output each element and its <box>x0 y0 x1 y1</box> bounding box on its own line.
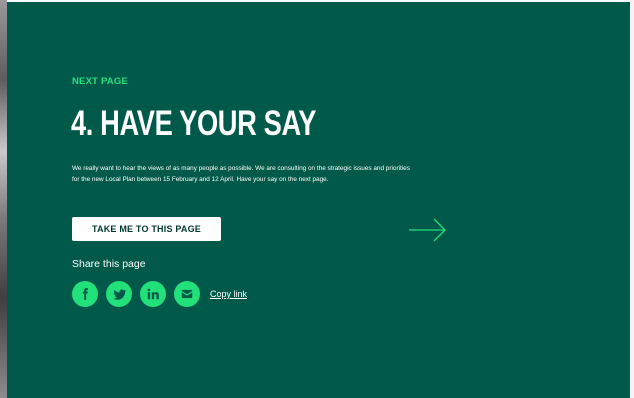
window-right-edge <box>630 0 634 398</box>
linkedin-icon <box>147 288 159 300</box>
facebook-icon <box>82 288 88 300</box>
social-share-row: Copy link <box>72 281 247 307</box>
take-me-to-page-button[interactable]: TAKE ME TO THIS PAGE <box>72 217 221 241</box>
next-page-heading: 4. HAVE YOUR SAY <box>71 104 317 143</box>
next-page-panel: NEXT PAGE 4. HAVE YOUR SAY We really wan… <box>7 2 630 398</box>
copy-link[interactable]: Copy link <box>210 289 247 299</box>
next-page-description: We really want to hear the views of as m… <box>72 165 410 183</box>
email-share-button[interactable] <box>174 281 200 307</box>
twitter-icon <box>112 288 126 300</box>
twitter-share-button[interactable] <box>106 281 132 307</box>
background-image-strip <box>0 0 7 398</box>
next-page-kicker: NEXT PAGE <box>72 76 128 87</box>
linkedin-share-button[interactable] <box>140 281 166 307</box>
arrow-right-icon[interactable] <box>408 216 448 244</box>
email-icon <box>181 289 193 299</box>
facebook-share-button[interactable] <box>72 281 98 307</box>
share-label: Share this page <box>72 258 146 270</box>
